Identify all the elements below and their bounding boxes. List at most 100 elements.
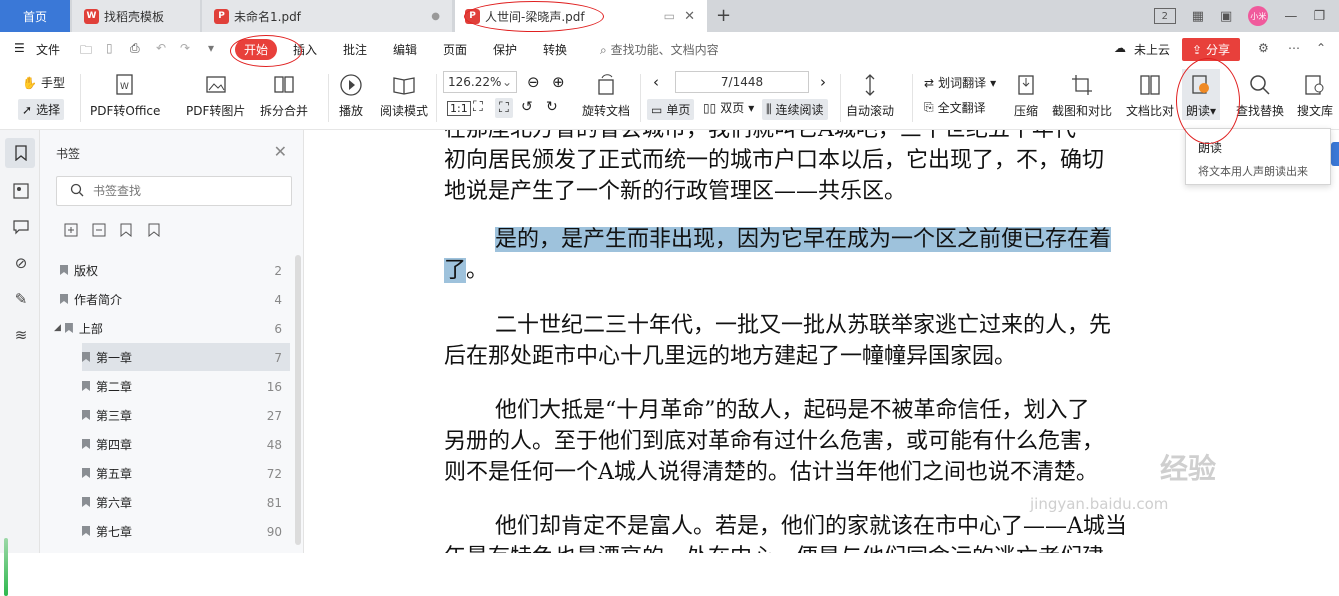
rotate-right-icon[interactable]: ↻	[546, 99, 558, 115]
word-translate-button[interactable]: ⇄ 划词翻译 ▾	[924, 74, 996, 91]
find-replace-button[interactable]: 查找替换	[1236, 72, 1284, 119]
single-page-button[interactable]: ▭ 单页	[647, 99, 695, 120]
page-input[interactable]: 7/1448	[675, 71, 809, 93]
bookmark-item-copyright[interactable]: 版权 2	[60, 256, 290, 284]
comment-icon[interactable]	[10, 216, 32, 238]
prev-page-icon[interactable]: ‹	[653, 73, 659, 91]
tab-untitled-pdf[interactable]: P 未命名1.pdf ●	[202, 0, 452, 32]
zoom-in-icon[interactable]: ⊕	[552, 73, 565, 91]
bookmark-item-author[interactable]: 作者简介 4	[60, 285, 290, 313]
full-translate-button[interactable]: ⎘ 全文翻译	[924, 99, 986, 116]
avatar[interactable]: 小米	[1248, 6, 1269, 26]
cloud-status[interactable]: 未上云	[1134, 41, 1170, 58]
bookmark-item-ch3[interactable]: 第三章 27	[82, 401, 290, 429]
screenshot-compare-button[interactable]: 截图和对比	[1052, 72, 1112, 119]
pdf-to-image-button[interactable]: PDF转图片	[186, 72, 245, 119]
share-label: 分享	[1206, 43, 1231, 57]
bookmark-item-ch2[interactable]: 第二章 16	[82, 372, 290, 400]
close-icon[interactable]: ✕	[274, 142, 287, 161]
collapse-icon[interactable]: ⌃	[1316, 41, 1326, 55]
select-tool[interactable]: ➚ 选择	[18, 99, 65, 120]
unsaved-dot-icon: ●	[431, 10, 440, 22]
bookmark-item-ch5[interactable]: 第五章 72	[82, 459, 290, 487]
tab-annotate[interactable]: 批注	[343, 41, 367, 58]
hand-icon: ✋	[22, 75, 37, 90]
close-tab-icon[interactable]: ✕	[684, 9, 695, 24]
zoom-out-icon[interactable]: ⊖	[527, 73, 540, 91]
zoom-select[interactable]: 126.22% ⌄	[443, 71, 517, 93]
redo-icon[interactable]: ↷	[180, 41, 190, 55]
tab-page[interactable]: 页面	[443, 41, 467, 58]
rotate-doc-button[interactable]: 旋转文档	[582, 72, 630, 119]
layout-icon[interactable]: ▣	[1220, 9, 1232, 24]
search-library-button[interactable]: 搜文库	[1297, 72, 1333, 119]
minimize-icon[interactable]: —	[1284, 9, 1297, 24]
side-toggle-button[interactable]	[1331, 142, 1339, 166]
auto-scroll-label: 自动滚动	[846, 104, 895, 118]
tab-edit[interactable]: 编辑	[393, 41, 417, 58]
text-compare-button[interactable]: 文档比对	[1126, 72, 1174, 119]
gear-icon[interactable]: ⚙	[1258, 41, 1269, 55]
fit-page-icon[interactable]: ⛶	[473, 99, 483, 115]
divider	[640, 74, 641, 122]
new-tab-button[interactable]: +	[716, 5, 731, 26]
attachment-icon[interactable]: ⊘	[10, 252, 32, 274]
signature-icon[interactable]: ✎	[10, 288, 32, 310]
function-search[interactable]: ⌕ 查找功能、文档内容	[600, 41, 719, 58]
thumbnail-icon[interactable]	[10, 180, 32, 202]
progress-indicator	[4, 538, 8, 596]
bookmark-outline-icon[interactable]	[148, 223, 162, 238]
bookmark-item-ch7[interactable]: 第七章 90	[82, 517, 290, 545]
play-button[interactable]: 播放	[338, 72, 364, 119]
grid-icon[interactable]: ▦	[1192, 9, 1204, 24]
bookmark-item-part1[interactable]: ◢ 上部 6	[54, 314, 290, 342]
add-bookmark-icon[interactable]	[64, 223, 78, 237]
restore-icon[interactable]: ❐	[1313, 9, 1325, 24]
menu-bar: ☰ 文件 🗀 ▯ ⎙ ↶ ↷ ▾ 开始 插入 批注 编辑 页面 保护 转换 ⌕ …	[0, 32, 1339, 66]
bookmark-search-input[interactable]	[93, 183, 273, 199]
chevron-down-icon[interactable]: ▾	[208, 41, 214, 55]
more-icon[interactable]: ⋯	[1288, 41, 1300, 55]
menu-file[interactable]: 文件	[36, 41, 60, 58]
hand-tool[interactable]: ✋ 手型	[22, 74, 65, 91]
undo-icon[interactable]: ↶	[156, 41, 166, 55]
annotation-circle	[464, 1, 604, 32]
reading-mode-button[interactable]: 阅读模式	[380, 72, 428, 119]
open-icon[interactable]: 🗀	[80, 41, 92, 62]
tab-count-button[interactable]: 2	[1153, 8, 1176, 24]
pdf-to-office-button[interactable]: W PDF转Office	[90, 72, 160, 119]
bookmark-item-ch4[interactable]: 第四章 48	[82, 430, 290, 458]
double-page-button[interactable]: ▯▯ 双页 ▾	[703, 99, 754, 116]
tab-template[interactable]: W 找稻壳模板	[72, 0, 200, 32]
remove-bookmark-icon[interactable]	[92, 223, 106, 237]
compress-button[interactable]: 压缩	[1013, 72, 1039, 119]
doc-line: 年最有特色也最漂亮的，处在中心，便是与他们同命运的逃亡者们建	[444, 542, 1204, 553]
hand-label: 手型	[40, 76, 65, 90]
rotate-left-icon[interactable]: ↺	[521, 99, 533, 115]
tab-home[interactable]: 首页	[0, 0, 70, 32]
bookmark-icon[interactable]	[10, 142, 32, 164]
crop-icon	[1069, 72, 1095, 98]
bookmark-item-ch6[interactable]: 第六章 81	[82, 488, 290, 516]
bookmark-search[interactable]	[56, 176, 292, 206]
layers-icon[interactable]: ≋	[10, 324, 32, 346]
bookmark-add-icon[interactable]	[120, 223, 134, 238]
reading-mode-label: 阅读模式	[380, 104, 429, 118]
hamburger-icon[interactable]: ☰	[14, 41, 25, 55]
pin-icon[interactable]: ▭	[664, 9, 675, 23]
print-icon[interactable]: ⎙	[130, 41, 140, 56]
auto-scroll-button[interactable]: 自动滚动	[846, 72, 894, 119]
document-view[interactable]: 在那座北方省的省会城市，我们就叫它A城吧，三十世纪五十年代 初向居民颁发了正式而…	[305, 130, 1339, 553]
panel-scrollbar[interactable]	[295, 255, 301, 545]
continuous-read-button[interactable]: ⫼ 连续阅读	[762, 99, 828, 120]
fit-width-icon[interactable]: ⛶	[495, 98, 513, 118]
tab-convert[interactable]: 转换	[543, 41, 567, 58]
left-rail: ⊘ ✎ ≋	[0, 130, 40, 596]
save-icon[interactable]: ▯	[106, 41, 113, 55]
split-merge-button[interactable]: 拆分合并	[260, 72, 308, 119]
actual-size-icon[interactable]: 1:1	[447, 101, 471, 116]
tab-protect[interactable]: 保护	[493, 41, 517, 58]
expand-triangle-icon[interactable]: ◢	[54, 323, 61, 333]
next-page-icon[interactable]: ›	[820, 73, 826, 91]
bookmark-item-ch1[interactable]: 第一章 7	[82, 343, 290, 371]
